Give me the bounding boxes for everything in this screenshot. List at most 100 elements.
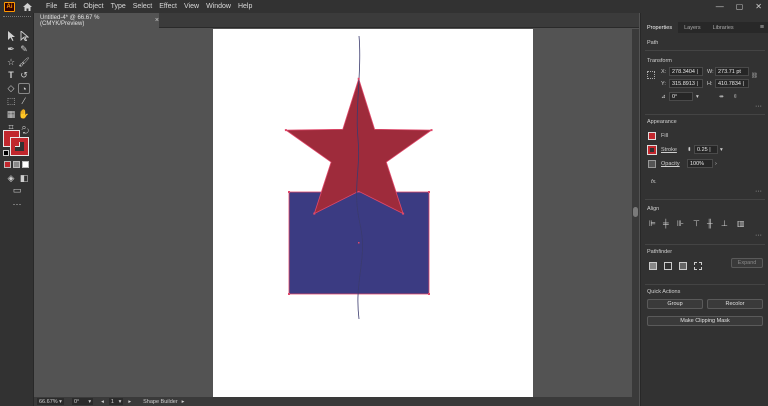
align-top-icon[interactable]: ⊤ — [693, 219, 700, 228]
stroke-weight-input[interactable]: 0.25 | — [694, 145, 718, 154]
more-appearance-options-icon[interactable]: ··· — [755, 188, 762, 195]
menu-effect[interactable]: Effect — [159, 3, 177, 10]
h-label: H: — [707, 81, 713, 87]
group-button[interactable]: Group — [647, 299, 703, 309]
document-tab[interactable]: Untitled-4* @ 66.67 % (CMYK/Preview) × — [34, 13, 159, 28]
align-vertical-center-icon[interactable]: ╫ — [707, 219, 713, 228]
reference-point-icon[interactable] — [647, 71, 655, 79]
menu-type[interactable]: Type — [111, 3, 126, 10]
type-tool-icon[interactable]: T — [5, 70, 17, 81]
maximize-icon[interactable]: ▢ — [736, 2, 744, 11]
direct-selection-tool-icon[interactable] — [18, 30, 30, 42]
canvas[interactable] — [34, 29, 632, 397]
stroke-color-swatch[interactable] — [10, 137, 29, 156]
eraser-tool-icon[interactable]: ◇ — [5, 83, 17, 94]
menu-help[interactable]: Help — [238, 3, 252, 10]
star-tool-icon[interactable]: ☆ — [5, 57, 17, 68]
angle-input[interactable]: 0° — [669, 92, 693, 101]
menu-edit[interactable]: Edit — [64, 3, 76, 10]
eyedropper-tool-icon[interactable]: ⁄ — [18, 96, 30, 107]
flip-horizontal-icon[interactable]: ⇹ — [719, 94, 724, 100]
flip-vertical-icon[interactable]: ⇳ — [733, 94, 738, 100]
more-transform-options-icon[interactable]: ··· — [755, 103, 762, 110]
screen-mode-icon[interactable]: ▭ — [11, 185, 23, 196]
gradient-mode-icon[interactable] — [13, 161, 20, 168]
more-align-options-icon[interactable]: ··· — [755, 232, 762, 239]
swap-fill-stroke-icon[interactable]: ⤾ — [23, 129, 29, 137]
edit-toolbar-icon[interactable]: ··· — [11, 199, 23, 210]
rotation-value: 0° — [73, 398, 80, 405]
rotate-tool-icon[interactable]: ↺ — [18, 70, 30, 81]
unite-icon[interactable] — [649, 262, 657, 270]
artwork[interactable] — [34, 29, 632, 397]
quick-actions-title: Quick Actions — [647, 289, 681, 295]
paintbrush-tool-icon[interactable]: 🖌 — [18, 57, 30, 68]
minus-front-icon[interactable] — [664, 262, 672, 270]
scrollbar-thumb[interactable] — [633, 207, 638, 217]
menu-view[interactable]: View — [184, 3, 199, 10]
w-input[interactable]: 273.71 pt — [715, 67, 749, 76]
pen-tool-icon[interactable]: ✒ — [5, 44, 17, 55]
stroke-dropdown-icon[interactable]: ▾ — [720, 147, 723, 153]
curvature-tool-icon[interactable]: ✎ — [18, 44, 30, 55]
close-window-icon[interactable]: ✕ — [755, 2, 762, 11]
zoom-field[interactable]: 66.67% ▾ — [37, 398, 64, 405]
angle-dropdown-icon[interactable]: ▾ — [696, 94, 699, 100]
none-mode-icon[interactable] — [22, 161, 29, 168]
draw-mode-icon[interactable]: ◈ — [5, 173, 17, 184]
x-input[interactable]: 278.3404 | — [669, 67, 703, 76]
default-colors-icon[interactable] — [3, 150, 9, 156]
tab-layers[interactable]: Layers — [678, 22, 707, 33]
constrain-proportions-icon[interactable]: ⛓ — [751, 73, 758, 79]
prev-artboard-icon[interactable]: ◂ — [101, 399, 104, 405]
h-input[interactable]: 410.7834 | — [715, 79, 749, 88]
minimize-icon[interactable]: — — [716, 2, 724, 11]
next-artboard-icon[interactable]: ▸ — [128, 399, 131, 405]
toolbar-grip[interactable] — [3, 16, 31, 19]
recolor-button[interactable]: Recolor — [707, 299, 763, 309]
menu-select[interactable]: Select — [133, 3, 152, 10]
shape-builder-tool-icon[interactable]: ◔ — [18, 83, 30, 94]
draw-inside-icon[interactable]: ◧ — [18, 173, 30, 184]
menu-window[interactable]: Window — [206, 3, 231, 10]
opacity-input[interactable]: 100% — [687, 159, 713, 168]
menu-object[interactable]: Object — [83, 3, 103, 10]
selection-tool-icon[interactable] — [5, 31, 17, 42]
rotate-icon: ⊿ — [661, 94, 666, 100]
home-icon[interactable] — [22, 2, 32, 12]
rotation-field[interactable]: 0° ▾ — [71, 398, 94, 405]
close-tab-icon[interactable]: × — [155, 17, 159, 24]
make-clipping-mask-button[interactable]: Make Clipping Mask — [647, 316, 763, 326]
align-left-icon[interactable]: ⊫ — [649, 219, 656, 228]
panel-menu-icon[interactable]: ≡ — [760, 24, 764, 31]
tab-properties[interactable]: Properties — [641, 22, 679, 33]
expand-button[interactable]: Expand — [731, 258, 763, 268]
free-transform-tool-icon[interactable]: ⬚ — [5, 96, 17, 107]
fx-button[interactable]: fx. — [651, 179, 657, 185]
intersect-icon[interactable] — [679, 262, 687, 270]
hand-tool-icon[interactable]: ✋ — [18, 109, 30, 120]
opacity-dropdown-icon[interactable]: › — [715, 161, 717, 167]
divider — [645, 284, 765, 285]
tab-libraries[interactable]: Libraries — [707, 22, 740, 33]
stroke-stepper-icon[interactable]: ⬍ — [687, 147, 692, 153]
stroke-label[interactable]: Stroke — [661, 147, 677, 153]
fill-swatch[interactable] — [648, 132, 656, 140]
status-tool-label[interactable]: Shape Builder — [143, 399, 178, 405]
color-mode-icon[interactable] — [4, 161, 11, 168]
align-bottom-icon[interactable]: ⊥ — [721, 219, 728, 228]
x-label: X: — [661, 69, 667, 75]
menu-file[interactable]: File — [46, 3, 57, 10]
artboard-field[interactable]: 1 ▾ — [108, 398, 124, 405]
align-to-selection-icon[interactable]: ▥ — [737, 219, 745, 228]
y-input[interactable]: 315.8913 | — [669, 79, 703, 88]
exclude-icon[interactable] — [694, 262, 702, 270]
vertical-scrollbar[interactable] — [632, 29, 639, 397]
align-horizontal-center-icon[interactable]: ╪ — [663, 219, 669, 228]
status-arrow-icon[interactable]: ▸ — [182, 399, 185, 405]
divider — [645, 199, 765, 200]
align-right-icon[interactable]: ⊪ — [677, 219, 684, 228]
stroke-swatch[interactable] — [647, 145, 657, 155]
slice-tool-icon[interactable]: ▦ — [5, 109, 17, 120]
opacity-label[interactable]: Opacity — [661, 161, 680, 167]
